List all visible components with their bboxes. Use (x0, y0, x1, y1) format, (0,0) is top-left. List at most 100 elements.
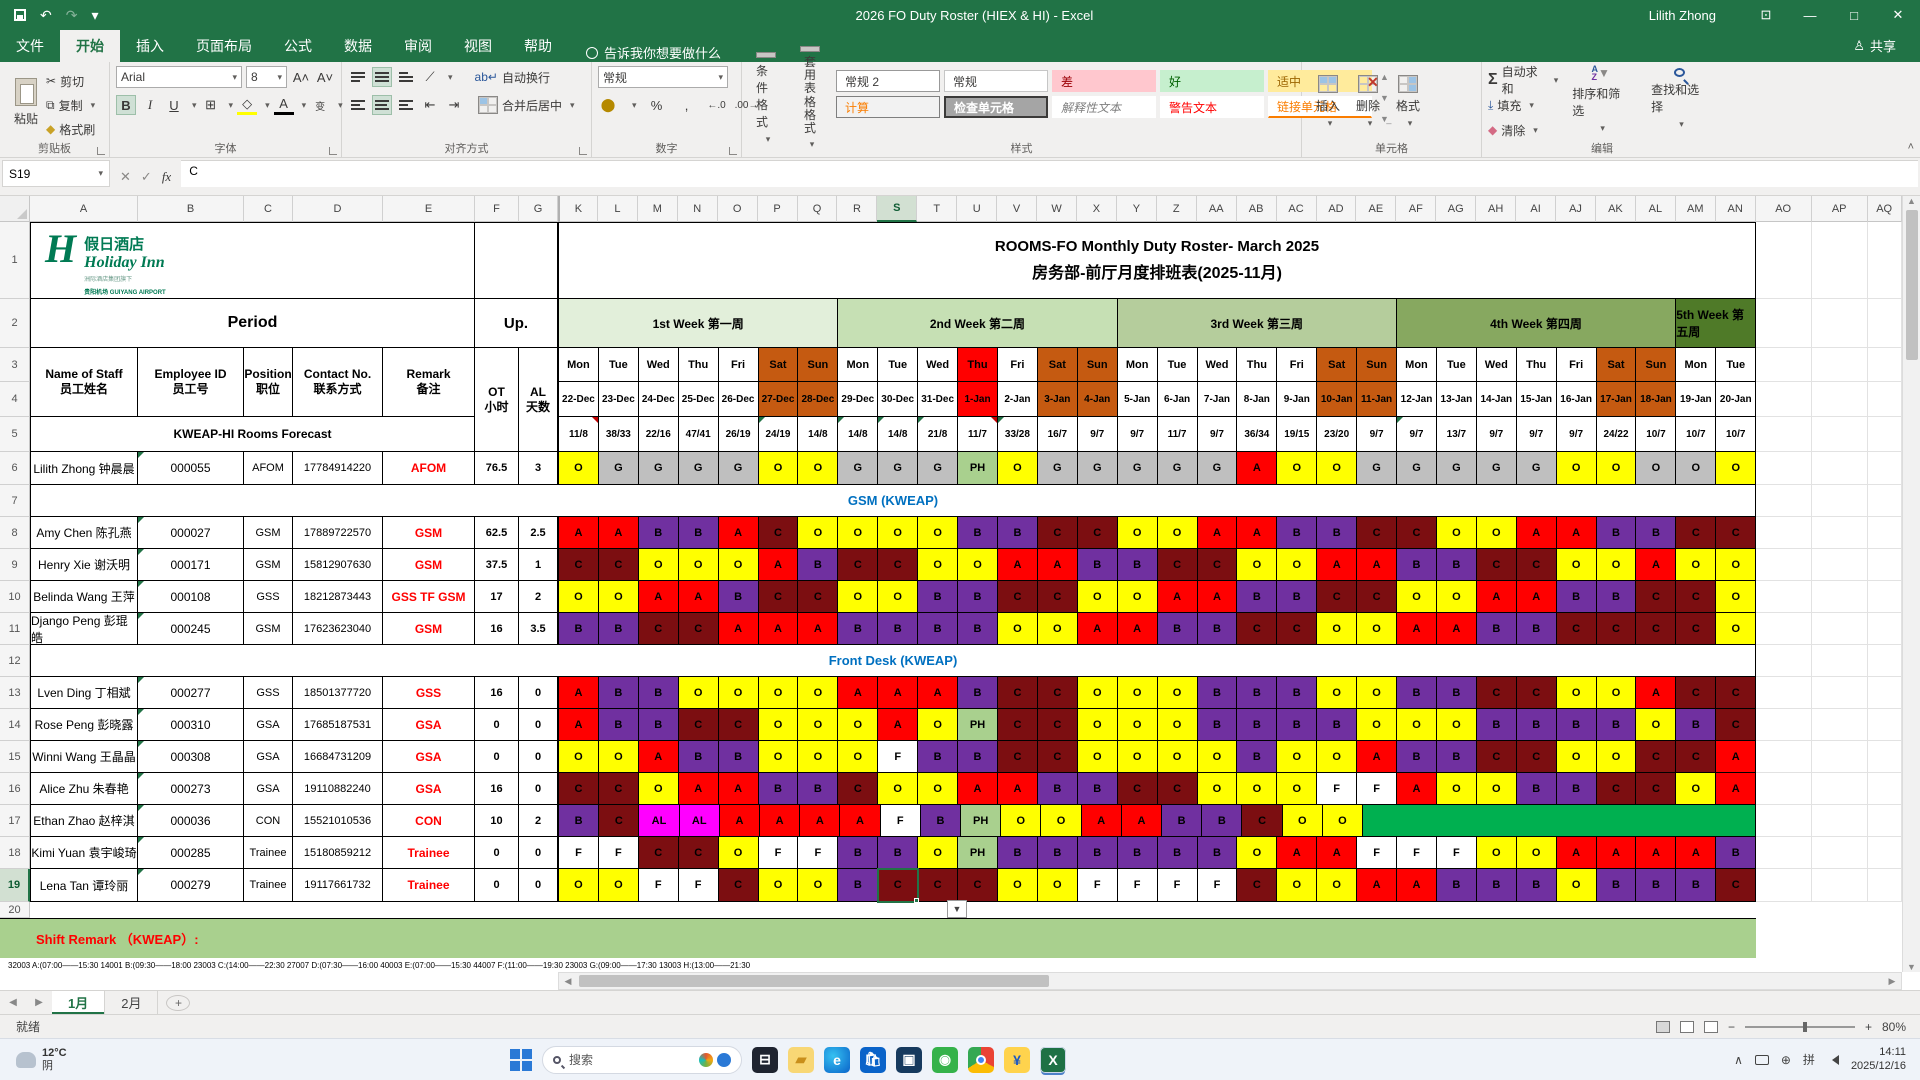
empty-cell[interactable] (1868, 517, 1902, 549)
shift-cell[interactable]: A (1397, 869, 1437, 902)
shift-cell[interactable]: B (1476, 709, 1517, 741)
empty-cell[interactable] (1756, 613, 1812, 645)
shift-cell[interactable]: AL (679, 805, 720, 837)
shift-cell[interactable]: C (1716, 869, 1757, 902)
row-header-15[interactable]: 15 (0, 741, 30, 773)
shift-cell[interactable]: C (798, 581, 839, 613)
staff-name-cell[interactable]: Winni Wang 王晶晶 (30, 741, 138, 773)
empty-cell[interactable] (1868, 299, 1902, 348)
col-header-AM[interactable]: AM (1676, 196, 1716, 222)
shift-cell[interactable]: C (1596, 773, 1637, 805)
empty-cell[interactable] (1756, 709, 1812, 741)
accounting-format-icon[interactable]: ⬤ (598, 95, 618, 115)
remark-cell[interactable]: Trainee (383, 869, 475, 902)
shift-cell[interactable]: B (1516, 773, 1557, 805)
shift-cell[interactable]: B (1202, 805, 1243, 837)
shift-cell[interactable]: O (1476, 517, 1517, 549)
day-header-cell[interactable]: Thu (1237, 348, 1278, 382)
shift-cell[interactable]: O (1716, 452, 1757, 485)
shift-cell[interactable]: O (997, 613, 1038, 645)
al-cell[interactable]: 0 (519, 677, 558, 709)
shift-cell[interactable]: O (1317, 677, 1358, 709)
network-icon[interactable]: ⊕ (1781, 1053, 1791, 1067)
ot-cell[interactable]: 10 (475, 805, 519, 837)
date-header-cell[interactable]: 24-Dec (638, 382, 679, 417)
shift-cell[interactable]: O (559, 869, 599, 902)
shift-cell[interactable]: C (997, 581, 1038, 613)
shift-cell[interactable]: C (1037, 677, 1078, 709)
format-as-table-button[interactable]: 套用表格格式 ▾ (792, 45, 828, 149)
grow-font-button[interactable]: A˄ (291, 67, 311, 87)
align-center-icon[interactable] (372, 95, 392, 115)
empty-cell[interactable] (1812, 677, 1868, 709)
employee-id-cell[interactable]: 000171 (138, 549, 244, 581)
empty-cell[interactable] (1812, 485, 1868, 517)
col-header-Z[interactable]: Z (1157, 196, 1197, 222)
col-header-AE[interactable]: AE (1356, 196, 1397, 222)
shift-cell[interactable]: O (878, 773, 919, 805)
staff-name-cell[interactable]: Rose Peng 彭晓露 (30, 709, 138, 741)
position-cell[interactable]: AFOM (244, 452, 293, 485)
shift-cell[interactable]: O (1436, 709, 1477, 741)
date-header-cell[interactable]: 5-Jan (1117, 382, 1158, 417)
shift-cell[interactable]: O (638, 549, 679, 581)
date-header-cell[interactable]: 20-Jan (1716, 382, 1757, 417)
al-cell[interactable]: 0 (519, 837, 558, 869)
forecast-cell[interactable]: 9/7 (1077, 417, 1118, 452)
shift-cell[interactable]: F (878, 741, 919, 773)
shift-cell[interactable]: F (1397, 837, 1437, 869)
empty-cell[interactable] (1812, 549, 1868, 581)
shift-cell[interactable]: B (718, 741, 759, 773)
employee-id-cell[interactable]: 000055 (138, 452, 244, 485)
empty-cell[interactable] (1756, 299, 1812, 348)
remark-cell[interactable]: CON (383, 805, 475, 837)
shift-cell[interactable]: B (1636, 517, 1677, 549)
shift-cell[interactable]: A (838, 677, 879, 709)
row-header-12[interactable]: 12 (0, 645, 30, 677)
empty-cell[interactable] (1868, 741, 1902, 773)
hscroll-thumb[interactable] (579, 975, 1049, 987)
shift-cell[interactable]: O (559, 581, 599, 613)
row-header-10[interactable]: 10 (0, 581, 30, 613)
shift-cell[interactable]: O (1357, 613, 1398, 645)
forecast-cell[interactable]: 21/8 (918, 417, 959, 452)
paste-button[interactable]: 粘贴 (6, 66, 46, 138)
shift-cell[interactable]: A (1317, 549, 1358, 581)
forecast-cell[interactable]: 14/8 (878, 417, 919, 452)
empty-cell[interactable] (1812, 417, 1868, 452)
shift-cell[interactable]: O (1117, 741, 1158, 773)
row-header-18[interactable]: 18 (0, 837, 30, 869)
date-header-cell[interactable]: 13-Jan (1436, 382, 1477, 417)
remark-cell[interactable]: GSS (383, 677, 475, 709)
shift-cell[interactable]: O (758, 452, 799, 485)
empty-cell[interactable] (1812, 773, 1868, 805)
shift-cell[interactable]: C (1077, 517, 1118, 549)
shift-cell[interactable]: O (1556, 869, 1597, 902)
row-header-3[interactable]: 3 (0, 348, 30, 382)
vertical-scrollbar[interactable]: ▲ ▼ (1902, 196, 1920, 972)
staff-name-cell[interactable]: Lilith Zhong 钟晨晨 (30, 452, 138, 485)
shift-cell[interactable]: G (1357, 452, 1398, 485)
tab-插入[interactable]: 插入 (120, 30, 180, 62)
shift-cell[interactable]: O (918, 837, 959, 869)
shift-cell[interactable]: A (1636, 677, 1677, 709)
shift-cell[interactable]: O (1556, 452, 1597, 485)
shift-cell[interactable]: B (1317, 517, 1358, 549)
empty-cell[interactable] (1868, 382, 1902, 417)
shift-cell[interactable]: O (918, 709, 959, 741)
shift-cell[interactable]: G (1117, 452, 1158, 485)
shift-cell[interactable]: B (958, 517, 998, 549)
staff-name-cell[interactable]: Django Peng 彭琨皓 (30, 613, 138, 645)
empty-cell[interactable] (1756, 382, 1812, 417)
date-header-cell[interactable]: 29-Dec (838, 382, 879, 417)
contact-cell[interactable]: 18212873443 (293, 581, 383, 613)
shift-cell[interactable]: A (719, 805, 761, 837)
shift-cell[interactable]: O (1397, 709, 1437, 741)
ot-cell[interactable]: 0 (475, 709, 519, 741)
al-cell[interactable]: 0 (519, 773, 558, 805)
empty-cell[interactable] (1812, 517, 1868, 549)
shift-cell[interactable]: A (678, 581, 719, 613)
shift-cell[interactable]: F (1317, 773, 1358, 805)
row-header-17[interactable]: 17 (0, 805, 30, 837)
day-header-cell[interactable]: Thu (1516, 348, 1557, 382)
